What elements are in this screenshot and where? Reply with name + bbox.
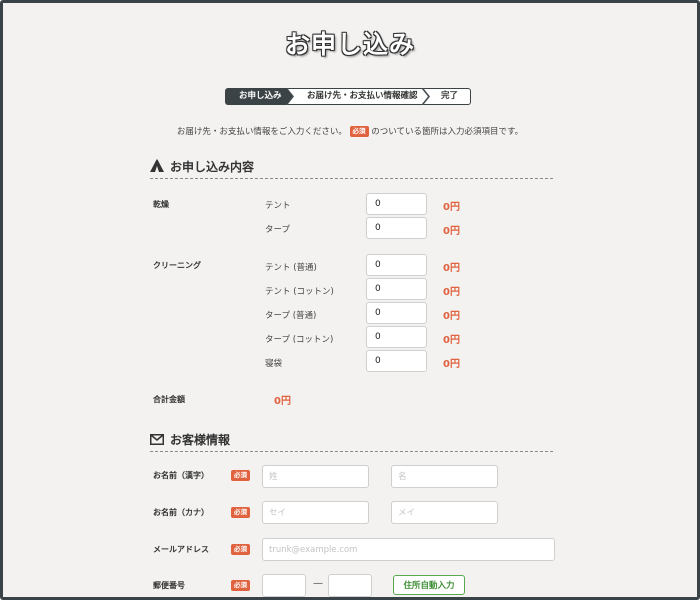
required-badge: 必須	[231, 544, 250, 555]
required-badge: 必須	[231, 470, 250, 481]
progress-steps: お申し込み お届け先・お支払い情報確認 完了	[225, 88, 471, 105]
name-kanji-label: お名前（漢字）	[153, 471, 209, 480]
step-confirm: お届け先・お支払い情報確認	[287, 88, 429, 105]
intro-after: のついている箇所は入力必須項目です。	[371, 127, 524, 137]
qty-input-drying-tent[interactable]	[366, 193, 427, 215]
first-name-kana-input[interactable]	[391, 501, 498, 524]
last-name-kana-input[interactable]	[262, 501, 369, 524]
item-price: 0円	[443, 335, 460, 346]
item-price: 0円	[443, 226, 460, 237]
qty-input-cleaning-tent-cotton[interactable]	[366, 278, 427, 300]
qty-input-cleaning-tent-normal[interactable]	[366, 254, 427, 276]
step-label: 完了	[441, 91, 459, 101]
item-name: 寝袋	[265, 359, 283, 369]
section-title: お申し込み内容	[170, 160, 255, 174]
total-value: 0円	[274, 396, 291, 407]
postal-code-first-input[interactable]	[262, 574, 306, 597]
mail-icon	[150, 434, 166, 448]
qty-input-drying-tarp[interactable]	[366, 217, 427, 239]
item-name: テント (コットン)	[265, 287, 334, 297]
order-section-heading: お申し込み内容	[150, 158, 553, 179]
postal-separator: —	[313, 578, 323, 589]
step-complete: 完了	[423, 88, 471, 105]
item-price: 0円	[443, 287, 460, 298]
item-name: タープ (普通)	[265, 311, 317, 321]
email-label: メールアドレス	[153, 545, 209, 554]
last-name-kanji-input[interactable]	[262, 465, 369, 488]
step-apply: お申し込み	[225, 88, 293, 105]
item-name: タープ	[265, 225, 290, 235]
item-name: タープ (コットン)	[265, 335, 334, 345]
item-name: テント	[265, 201, 291, 211]
intro-text: お届け先・お支払い情報をご入力ください。 必須 のついている箇所は入力必須項目で…	[3, 125, 697, 137]
qty-input-cleaning-sleeping-bag[interactable]	[366, 350, 427, 372]
customer-section-heading: お客様情報	[150, 431, 553, 452]
qty-input-cleaning-tarp-cotton[interactable]	[366, 326, 427, 348]
email-input[interactable]	[262, 538, 555, 561]
step-label: お申し込み	[239, 91, 282, 101]
total-label: 合計金額	[153, 395, 185, 404]
first-name-kanji-input[interactable]	[391, 465, 498, 488]
address-autofill-button[interactable]: 住所自動入力	[393, 575, 465, 595]
postal-code-second-input[interactable]	[328, 574, 372, 597]
drying-label: 乾燥	[153, 200, 169, 209]
step-label: お届け先・お支払い情報確認	[307, 91, 418, 101]
section-title: お客様情報	[170, 433, 231, 447]
postal-label: 郵便番号	[153, 581, 185, 590]
name-kana-label: お名前（カナ）	[153, 508, 209, 517]
tent-icon	[150, 159, 166, 175]
item-price: 0円	[443, 263, 460, 274]
item-price: 0円	[443, 202, 460, 213]
item-name: テント (普通)	[265, 263, 317, 273]
intro-before: お届け先・お支払い情報をご入力ください。	[176, 127, 347, 137]
page-frame: お申し込み お申し込み お届け先・お支払い情報確認 完了 お届け先・お支払い情報…	[0, 0, 700, 600]
required-badge: 必須	[231, 580, 250, 591]
qty-input-cleaning-tarp-normal[interactable]	[366, 302, 427, 324]
item-price: 0円	[443, 311, 460, 322]
page-title: お申し込み	[284, 30, 415, 59]
required-badge: 必須	[231, 507, 250, 518]
item-price: 0円	[443, 359, 460, 370]
cleaning-label: クリーニング	[153, 261, 201, 270]
required-badge: 必須	[349, 126, 369, 137]
